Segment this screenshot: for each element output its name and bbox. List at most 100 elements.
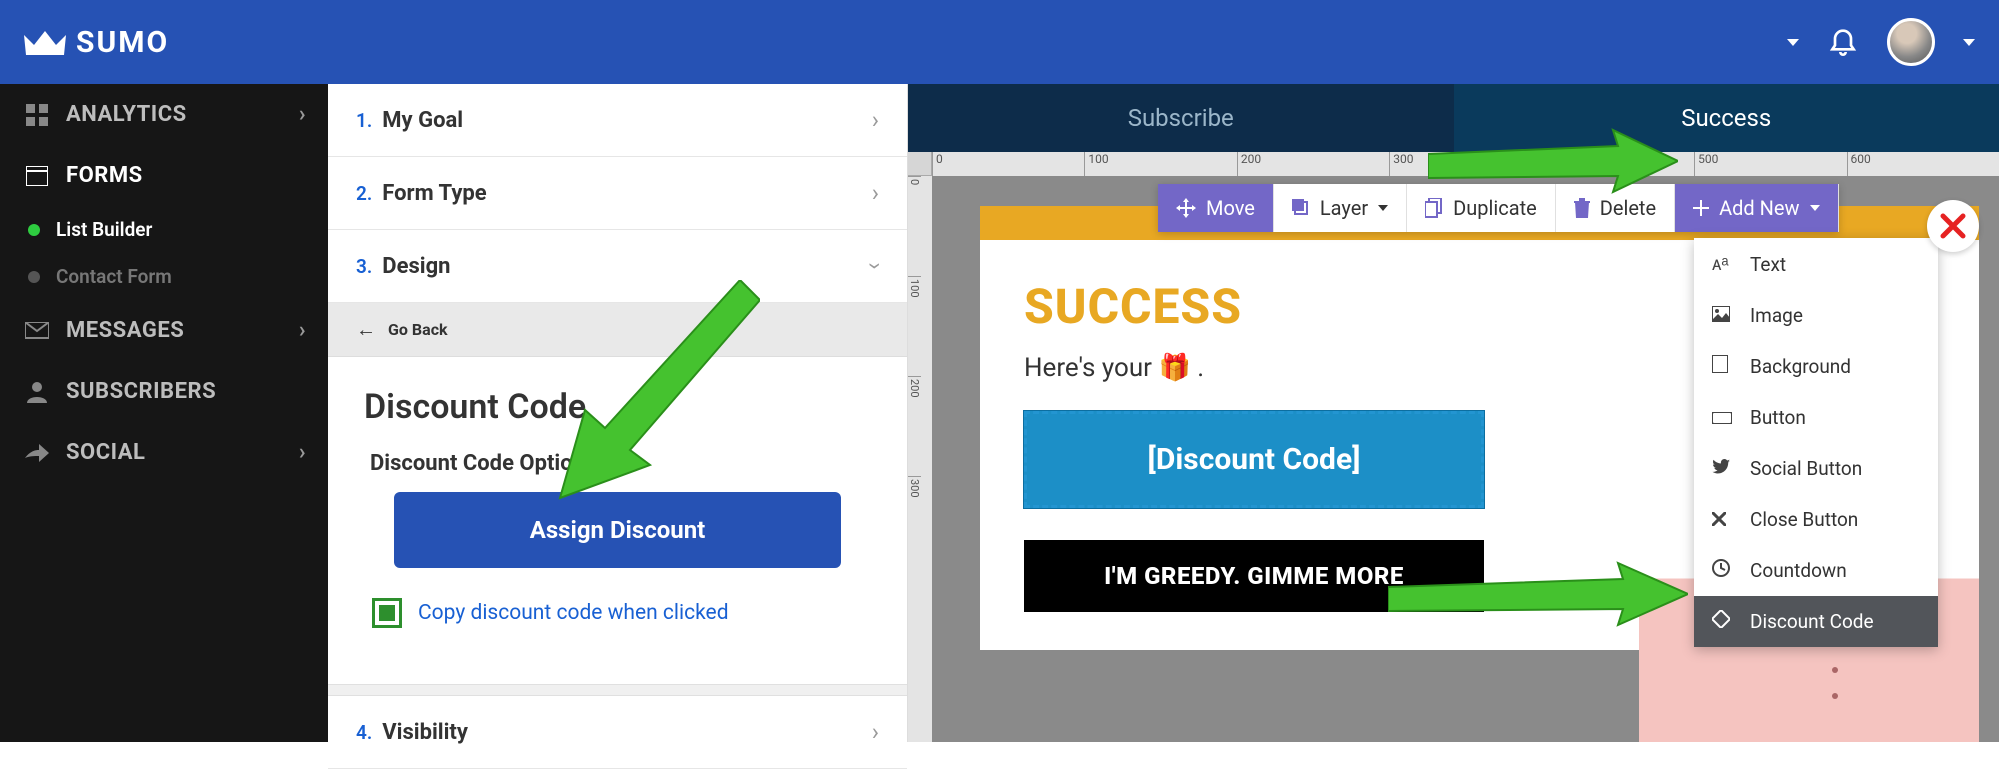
image-icon <box>1712 304 1738 327</box>
dropdown-item-close-button[interactable]: Close Button <box>1694 494 1938 545</box>
sidebar-sub-label: Contact Form <box>56 265 172 288</box>
active-dot-icon <box>28 224 40 236</box>
move-button[interactable]: Move <box>1158 184 1274 232</box>
ruler-tick: 0 <box>908 176 921 276</box>
section-divider <box>328 684 907 696</box>
step-label: Design <box>382 254 450 279</box>
step-my-goal[interactable]: 1. My Goal › <box>328 84 907 157</box>
sidebar-item-social[interactable]: SOCIAL › <box>0 422 328 483</box>
discount-code-element[interactable]: [Discount Code] <box>1024 411 1484 508</box>
sidebar-label: MESSAGES <box>66 318 184 343</box>
window-icon <box>22 166 52 186</box>
grid-icon <box>22 104 52 126</box>
text-icon: ᴀᵃ <box>1712 252 1738 276</box>
tab-subscribe[interactable]: Subscribe <box>908 84 1454 152</box>
sidebar-sub-contact-form[interactable]: Contact Form <box>0 253 328 300</box>
top-header: SUMO <box>0 0 1999 84</box>
ruler-tick: 200 <box>1237 152 1389 176</box>
sidebar-item-forms[interactable]: FORMS <box>0 145 328 206</box>
brand-logo[interactable]: SUMO <box>24 25 169 60</box>
step-number: 3. <box>356 255 372 278</box>
close-icon <box>1712 508 1738 531</box>
background-icon <box>1712 355 1738 378</box>
step-number: 4. <box>356 721 372 744</box>
ruler-tick: 600 <box>1847 152 1999 176</box>
notifications-icon[interactable] <box>1827 24 1859 60</box>
mail-icon <box>22 322 52 340</box>
move-icon <box>1176 198 1196 218</box>
dropdown-label: Image <box>1750 304 1803 327</box>
gift-emoji-icon: 🎁 <box>1158 353 1190 383</box>
ruler-tick: 0 <box>932 152 1084 176</box>
step-visibility[interactable]: 4. Visibility › <box>328 696 907 769</box>
dropdown-item-text[interactable]: ᴀᵃ Text <box>1694 238 1938 290</box>
intro-suffix: . <box>1191 353 1204 383</box>
twitter-icon <box>1712 457 1738 480</box>
dropdown-item-button[interactable]: Button <box>1694 392 1938 443</box>
step-label: Form Type <box>382 181 486 206</box>
dropdown-label: Countdown <box>1750 559 1847 582</box>
toolbar-label: Layer <box>1320 196 1368 220</box>
assign-discount-button[interactable]: Assign Discount <box>394 492 840 568</box>
chevron-right-icon: › <box>299 102 306 127</box>
dropdown-item-social-button[interactable]: Social Button <box>1694 443 1938 494</box>
sidebar-label: SUBSCRIBERS <box>66 379 216 404</box>
brand-text: SUMO <box>76 25 169 60</box>
intro-prefix: Here's your <box>1024 353 1158 383</box>
user-avatar[interactable] <box>1887 18 1935 66</box>
canvas-area: Subscribe Success 0 100 200 300 400 500 … <box>908 84 1999 742</box>
dropdown-item-countdown[interactable]: Countdown <box>1694 545 1938 596</box>
go-back-label: Go Back <box>388 320 448 339</box>
sidebar-item-subscribers[interactable]: SUBSCRIBERS <box>0 361 328 422</box>
sidebar-item-messages[interactable]: MESSAGES › <box>0 300 328 361</box>
add-new-button[interactable]: Add New <box>1675 184 1838 232</box>
ruler-vertical: 0 100 200 300 <box>908 176 932 742</box>
step-form-type[interactable]: 2. Form Type › <box>328 157 907 230</box>
account-caret-icon[interactable] <box>1787 39 1799 46</box>
sidebar-item-analytics[interactable]: ANALYTICS › <box>0 84 328 145</box>
annotation-arrow-assign-discount <box>540 280 760 500</box>
arrow-left-icon: ← <box>356 317 376 342</box>
toolbar-label: Move <box>1206 196 1255 220</box>
toolbar-label: Add New <box>1719 196 1799 220</box>
close-x-icon <box>1938 211 1968 241</box>
annotation-arrow-success-tab <box>1428 126 1678 206</box>
step-label: Visibility <box>382 720 468 745</box>
inactive-dot-icon <box>28 271 40 283</box>
ruler-tick: 300 <box>908 476 921 576</box>
close-form-button[interactable] <box>1927 200 1979 252</box>
dropdown-label: Background <box>1750 355 1851 378</box>
step-label: My Goal <box>382 108 463 133</box>
dropdown-label: Button <box>1750 406 1806 429</box>
dropdown-label: Close Button <box>1750 508 1858 531</box>
ruler-corner <box>908 152 932 176</box>
ruler-tick: 100 <box>908 276 921 376</box>
button-icon <box>1712 406 1738 429</box>
sidebar-label: SOCIAL <box>66 440 145 465</box>
checkbox-icon[interactable] <box>372 598 402 628</box>
annotation-arrow-discount-dropdown <box>1388 559 1688 639</box>
dropdown-item-background[interactable]: Background <box>1694 341 1938 392</box>
step-number: 2. <box>356 182 372 205</box>
chevron-right-icon: › <box>299 318 306 343</box>
ruler-tick: 500 <box>1694 152 1846 176</box>
sidebar-label: ANALYTICS <box>66 102 187 127</box>
dropdown-item-discount-code[interactable]: Discount Code <box>1694 596 1938 647</box>
step-number: 1. <box>356 109 372 132</box>
caret-down-icon <box>1810 205 1820 211</box>
user-menu-caret-icon[interactable] <box>1963 39 1975 46</box>
dropdown-item-image[interactable]: Image <box>1694 290 1938 341</box>
plus-icon <box>1693 200 1709 216</box>
sidebar-sub-list-builder[interactable]: List Builder <box>0 206 328 253</box>
dropdown-label: Social Button <box>1750 457 1862 480</box>
sidebar-label: FORMS <box>66 163 143 188</box>
person-icon <box>22 381 52 403</box>
chevron-right-icon: › <box>872 179 879 207</box>
dropdown-label: Text <box>1750 253 1786 276</box>
ruler-tick: 100 <box>1084 152 1236 176</box>
dropdown-label: Discount Code <box>1750 610 1874 633</box>
ruler-tick: 200 <box>908 376 921 476</box>
crown-icon <box>24 29 66 55</box>
layer-button[interactable]: Layer <box>1274 184 1407 232</box>
copy-code-checkbox-row[interactable]: Copy discount code when clicked <box>364 594 871 632</box>
